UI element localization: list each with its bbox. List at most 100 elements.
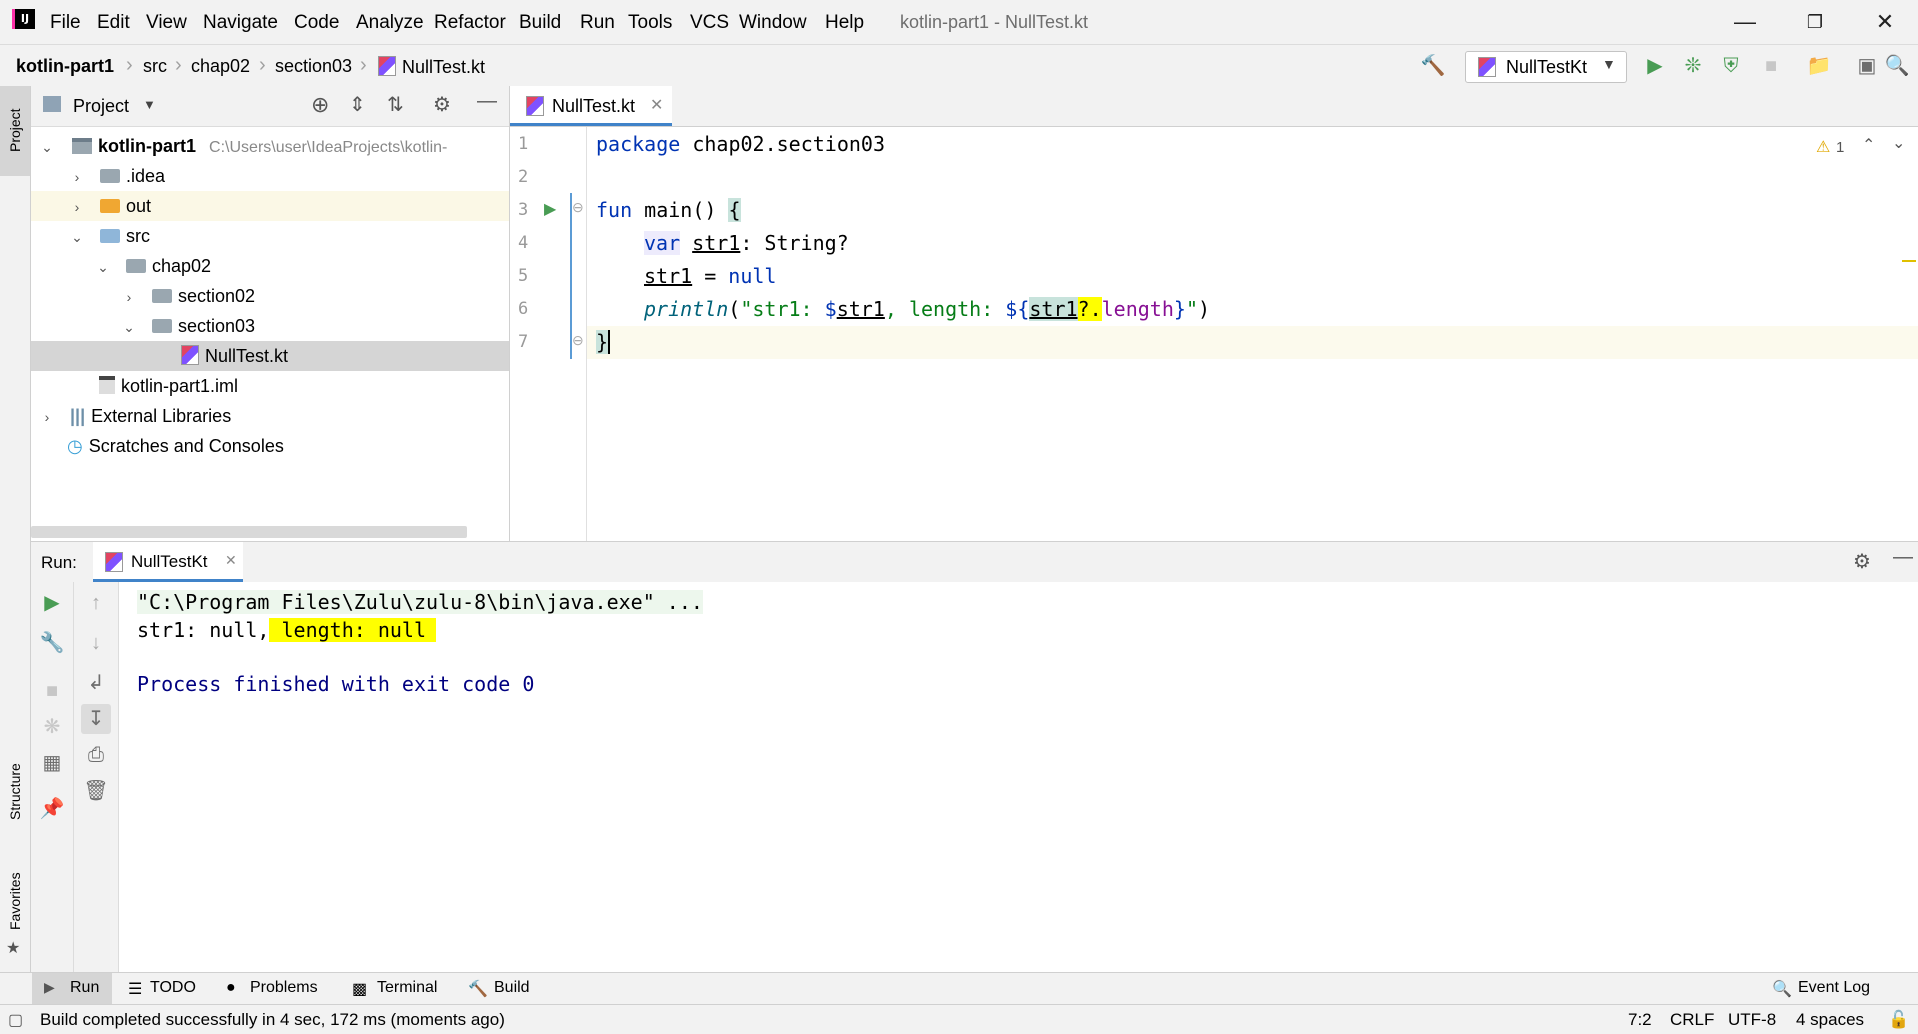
expand-all-icon[interactable]: ⇕ (349, 92, 366, 117)
trash-icon[interactable]: 🗑 (81, 776, 111, 806)
tree-item-nulltest[interactable]: NullTest.kt (31, 341, 509, 371)
tree-item-idea[interactable]: › .idea (31, 161, 509, 191)
rerun-icon[interactable]: ▶ (37, 588, 67, 618)
menu-analyze[interactable]: Analyze (356, 12, 424, 34)
stop-icon[interactable]: ■ (1758, 53, 1784, 79)
coverage-icon[interactable]: ⛨ (1718, 53, 1744, 79)
terminal-icon[interactable]: ▩ (352, 979, 367, 999)
menu-help[interactable]: Help (825, 12, 864, 34)
file-encoding[interactable]: UTF-8 (1728, 1010, 1776, 1030)
tree-item-chap02[interactable]: ⌄ chap02 (31, 251, 509, 281)
horizontal-scrollbar[interactable] (31, 526, 467, 538)
tree-item-section03[interactable]: ⌄ section03 (31, 311, 509, 341)
tree-item-root[interactable]: ⌄ kotlin-part1 C:\Users\user\IdeaProject… (31, 131, 509, 161)
close-tab-icon[interactable]: ✕ (225, 552, 237, 569)
wrench-icon[interactable]: 🔧 (37, 628, 67, 658)
caret-position[interactable]: 7:2 (1628, 1010, 1652, 1030)
structure-tool-button[interactable]: Structure (0, 736, 30, 826)
breadcrumb-section03[interactable]: section03 (275, 56, 352, 77)
tool-problems[interactable]: Problems (250, 979, 318, 997)
code-editor[interactable]: 1 2 3 4 5 6 7 ▶ ⊖ ⊖ package chap02.secti… (510, 127, 1918, 541)
gear-icon[interactable]: ⚙ (433, 92, 451, 117)
menu-vcs[interactable]: VCS (690, 12, 729, 34)
status-message[interactable]: Build completed successfully in 4 sec, 1… (40, 1010, 505, 1030)
breadcrumb-src[interactable]: src (143, 56, 167, 77)
project-tool-button[interactable]: Project (0, 86, 30, 176)
console-output[interactable]: "C:\Program Files\Zulu\zulu-8\bin\java.e… (119, 582, 1918, 972)
favorites-tool-button[interactable]: Favorites ★ (0, 846, 30, 957)
project-structure-icon[interactable]: 📁 (1806, 53, 1832, 79)
hide-panel-icon[interactable]: — (1893, 546, 1913, 569)
arrow-down-icon[interactable]: ↓ (81, 628, 111, 658)
menu-tools[interactable]: Tools (628, 12, 672, 34)
event-log-icon[interactable]: 🔍 (1772, 979, 1792, 999)
tool-todo[interactable]: TODO (150, 979, 196, 997)
tool-run-button[interactable]: ▶ Run (32, 973, 112, 1005)
pin-icon[interactable]: 📌 (37, 794, 67, 824)
menu-run[interactable]: Run (580, 12, 615, 34)
project-view-selector[interactable]: Project (73, 96, 129, 117)
code-line-5: str1 = null (644, 264, 776, 288)
tree-item-section02[interactable]: › section02 (31, 281, 509, 311)
todo-icon[interactable]: ☰ (128, 979, 142, 999)
minimize-icon[interactable]: — (1725, 6, 1765, 38)
lock-icon[interactable]: 🔓 (1888, 1010, 1909, 1030)
fold-icon[interactable]: ⊖ (572, 199, 584, 216)
hide-panel-icon[interactable]: — (477, 90, 497, 113)
menu-build[interactable]: Build (519, 12, 561, 34)
menu-view[interactable]: View (146, 12, 187, 34)
locate-icon[interactable]: ⊕ (311, 92, 329, 118)
debug-icon[interactable]: ❊ (1680, 53, 1706, 79)
layout-icon[interactable]: ▦ (37, 748, 67, 778)
run-configuration-select[interactable]: NullTestKt ▼ (1465, 51, 1627, 83)
tab-nulltest[interactable]: NullTest.kt ✕ (510, 86, 672, 126)
build-hammer-icon[interactable]: 🔨 (468, 979, 488, 999)
tree-item-out[interactable]: › out (31, 191, 509, 221)
tree-item-external-libraries[interactable]: › ||| External Libraries (31, 401, 509, 431)
next-highlight-icon[interactable]: ⌄ (1892, 133, 1905, 153)
menu-code[interactable]: Code (294, 12, 339, 34)
menu-edit[interactable]: Edit (97, 12, 130, 34)
run-icon[interactable]: ▶ (1642, 53, 1668, 79)
tree-item-scratches[interactable]: ◷ Scratches and Consoles (31, 431, 509, 461)
tool-terminal[interactable]: Terminal (377, 979, 437, 997)
fold-icon[interactable]: ⊖ (572, 332, 584, 349)
breadcrumb-project[interactable]: kotlin-part1 (16, 56, 114, 77)
previous-highlight-icon[interactable]: ⌃ (1862, 135, 1875, 155)
tab-run-nulltestkt[interactable]: NullTestKt ✕ (93, 542, 243, 582)
restore-icon[interactable]: ❐ (1795, 6, 1835, 38)
menu-file[interactable]: File (50, 12, 81, 34)
print-icon[interactable]: ⎙ (81, 740, 111, 770)
package-icon (152, 289, 173, 303)
run-gutter-icon[interactable]: ▶ (544, 199, 556, 219)
stop-icon[interactable]: ■ (37, 676, 67, 706)
dropdown-arrow-icon[interactable]: ▼ (143, 97, 156, 112)
warning-stripe-marker[interactable] (1902, 260, 1916, 262)
tree-item-iml[interactable]: kotlin-part1.iml (31, 371, 509, 401)
soft-wrap-icon[interactable]: ↲ (81, 668, 111, 698)
toggle-tool-windows-icon[interactable]: ▢ (8, 1010, 23, 1030)
presentation-icon[interactable]: ▣ (1854, 53, 1880, 79)
build-hammer-icon[interactable]: 🔨 (1420, 53, 1446, 79)
close-icon[interactable]: ✕ (1865, 6, 1905, 38)
tree-item-src[interactable]: ⌄ src (31, 221, 509, 251)
breadcrumb-chap02[interactable]: chap02 (191, 56, 250, 77)
warning-icon[interactable]: ⚠ (1816, 137, 1830, 157)
search-icon[interactable]: 🔍 (1884, 53, 1910, 79)
event-log[interactable]: Event Log (1798, 979, 1870, 997)
arrow-up-icon[interactable]: ↑ (81, 588, 111, 618)
gear-icon[interactable]: ⚙ (1853, 549, 1871, 574)
menu-navigate[interactable]: Navigate (203, 12, 278, 34)
collapse-all-icon[interactable]: ⇅ (387, 92, 404, 117)
dump-threads-icon[interactable]: ❋ (37, 712, 67, 742)
menu-window[interactable]: Window (739, 12, 807, 34)
close-tab-icon[interactable]: ✕ (650, 95, 663, 115)
scroll-to-end-icon[interactable]: ↧ (81, 704, 111, 734)
breadcrumb-file[interactable]: NullTest.kt (378, 56, 485, 78)
structure-tool-label: Structure (7, 763, 23, 820)
problems-icon[interactable]: ● (226, 979, 236, 997)
line-separator[interactable]: CRLF (1670, 1010, 1714, 1030)
indent-setting[interactable]: 4 spaces (1796, 1010, 1864, 1030)
tool-build[interactable]: Build (494, 979, 530, 997)
menu-refactor[interactable]: Refactor (434, 12, 506, 34)
